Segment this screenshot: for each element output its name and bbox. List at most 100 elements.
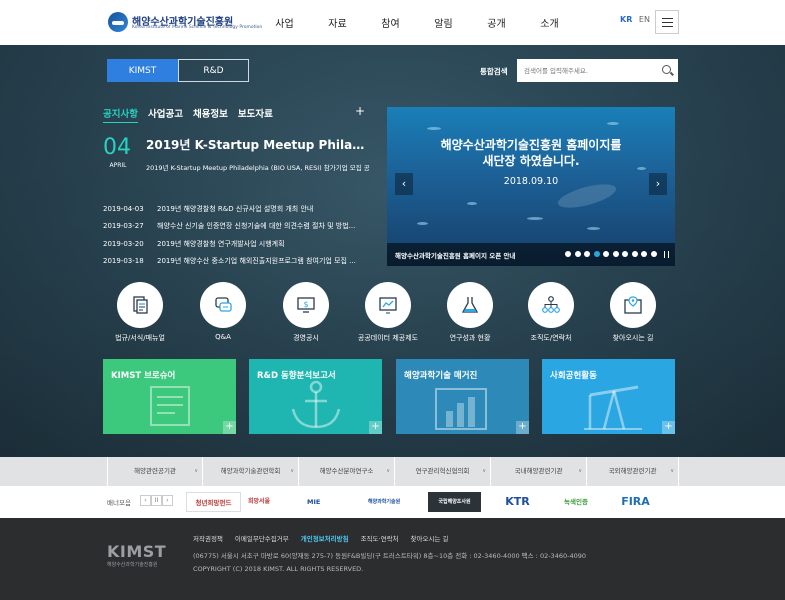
search-icon[interactable] xyxy=(662,65,671,74)
card-brochure[interactable]: KIMST 브로슈어 + xyxy=(103,359,236,434)
pagination-dot[interactable] xyxy=(593,251,600,257)
partner-logo[interactable]: FIRA xyxy=(608,492,663,512)
nav-disclosure[interactable]: 공개 xyxy=(470,15,523,30)
lang-en[interactable]: EN xyxy=(639,15,650,24)
notice-title[interactable]: 해양수산 신기술 인증연장 신청기술에 대한 의견수렴 절차 및 방법... xyxy=(157,221,365,231)
card-more-button[interactable]: + xyxy=(662,421,675,434)
notice-title[interactable]: 2019년 해양수산 중소기업 해외진출지원프로그램 참여기업 모집 ... xyxy=(157,256,365,266)
notice-date: 2019-03-20 xyxy=(103,239,144,248)
featured-day: 04 xyxy=(103,135,131,160)
flask-icon xyxy=(461,297,479,313)
banner-pagination xyxy=(565,251,660,257)
pagination-dot[interactable] xyxy=(574,251,581,257)
pagination-dot[interactable] xyxy=(565,251,571,257)
quick-link-directions[interactable]: 찾아오시는 길 xyxy=(593,282,673,343)
partner-prev-button[interactable]: ‹ xyxy=(140,495,151,506)
search-input[interactable] xyxy=(518,60,658,81)
nav-business[interactable]: 사업 xyxy=(258,15,311,30)
partner-logo[interactable]: 희망서울 xyxy=(248,492,300,512)
related-dropdown[interactable]: 해양과학기술관련학회 xyxy=(202,457,298,486)
pagination-dot[interactable] xyxy=(584,251,590,257)
lang-kr[interactable]: KR xyxy=(620,15,632,24)
pagination-dot[interactable] xyxy=(612,251,619,257)
banner-caption[interactable]: 해양수산과학기술진흥원 홈페이지 오픈 안내 xyxy=(395,250,515,260)
card-magazine[interactable]: 해양과학기술 매거진 + xyxy=(396,359,529,434)
quick-link-label: 조직도/연락처 xyxy=(530,334,572,342)
tab-notice[interactable]: 공지사항 xyxy=(103,106,138,123)
notice-title[interactable]: 2019년 해양경찰청 연구개발사업 시행계획 xyxy=(157,239,365,249)
partner-logo[interactable]: 녹색인증 xyxy=(552,492,600,512)
quick-link-qa[interactable]: Q&A xyxy=(183,282,263,341)
org-chart-icon xyxy=(542,296,560,313)
list-item[interactable]: 2019-04-03 2019년 해양경찰청 R&D 신규사업 설명회 개최 안내 xyxy=(103,200,365,218)
quick-link-public-data[interactable]: 공공데이터 제공제도 xyxy=(348,282,428,343)
main-banner[interactable]: 해양수산과학기술진흥원 홈페이지를 새단장 하였습니다. 2018.09.10 … xyxy=(387,107,675,266)
footer-link-email[interactable]: 이메일무단수집거부 xyxy=(235,533,289,543)
partner-logo[interactable]: 국립해양조사원 xyxy=(428,492,481,512)
nav-news[interactable]: 알림 xyxy=(417,15,470,30)
banner-prev-button[interactable]: ‹ xyxy=(395,173,413,195)
pagination-dot[interactable] xyxy=(631,251,638,257)
partner-pause-button[interactable]: II xyxy=(151,495,162,506)
pagination-dot[interactable] xyxy=(650,251,657,257)
pagination-dot[interactable] xyxy=(603,251,609,257)
nav-about[interactable]: 소개 xyxy=(523,15,576,30)
related-dropdown[interactable]: 해양관련공기관 xyxy=(107,457,202,486)
partner-logo[interactable]: 해양과학기술원 xyxy=(368,492,423,512)
pause-icon[interactable] xyxy=(664,251,669,258)
card-more-button[interactable]: + xyxy=(223,421,236,434)
footer-link-org[interactable]: 조직도·연락처 xyxy=(361,533,399,543)
partner-banner-bar: 배너모음 ‹ II › 청년희망펀드 희망서울 MIE 해양과학기술원 국립해양… xyxy=(0,486,785,518)
quick-link-disclosure[interactable]: $ 경영공시 xyxy=(266,282,346,343)
map-icon xyxy=(624,296,642,314)
partner-controls: ‹ II › xyxy=(140,495,173,506)
logo-subtitle: Korea Institute of Marine Science & Tech… xyxy=(132,25,263,30)
card-more-button[interactable]: + xyxy=(369,421,382,434)
footer-link-privacy[interactable]: 개인정보처리방침 xyxy=(301,533,349,543)
partner-logo[interactable]: KTR xyxy=(490,492,545,512)
card-social[interactable]: 사회공헌활동 + xyxy=(542,359,675,434)
featured-description[interactable]: 2019년 K-Startup Meetup Philadelphia (BIO… xyxy=(146,162,370,172)
banner-next-button[interactable]: › xyxy=(649,173,667,195)
list-item[interactable]: 2019-03-27 해양수산 신기술 인증연장 신청기술에 대한 의견수렴 절차… xyxy=(103,218,365,236)
related-dropdown[interactable]: 해양수산분야연구소 xyxy=(298,457,394,486)
logo-mark-icon xyxy=(108,12,128,32)
tab-kimst[interactable]: KIMST xyxy=(107,59,178,82)
tab-press[interactable]: 보도자료 xyxy=(238,106,273,123)
notice-more-button[interactable]: + xyxy=(355,104,365,118)
partner-next-button[interactable]: › xyxy=(162,495,173,506)
site-logo[interactable]: 해양수산과학기술진흥원 Korea Institute of Marine Sc… xyxy=(108,12,262,34)
footer-link-copyright[interactable]: 저작권정책 xyxy=(193,533,223,543)
quick-link-research[interactable]: 연구성과 현황 xyxy=(430,282,510,343)
nav-data[interactable]: 자료 xyxy=(311,15,364,30)
tab-rnd[interactable]: R&D xyxy=(178,59,249,82)
list-item[interactable]: 2019-03-18 2019년 해양수산 중소기업 해외진출지원프로그램 참여기… xyxy=(103,253,365,271)
card-more-button[interactable]: + xyxy=(516,421,529,434)
quick-link-manual[interactable]: 법규/서식/매뉴얼 xyxy=(100,282,180,343)
banner-title: 해양수산과학기술진흥원 홈페이지를 새단장 하였습니다. xyxy=(407,137,655,169)
pagination-dot[interactable] xyxy=(641,251,647,257)
notice-title[interactable]: 2019년 해양경찰청 R&D 신규사업 설명회 개최 안내 xyxy=(157,204,365,214)
chart-icon xyxy=(379,297,397,314)
partner-logo[interactable]: 청년희망펀드 xyxy=(186,492,241,512)
tab-recruit[interactable]: 채용정보 xyxy=(193,106,228,123)
list-item[interactable]: 2019-03-20 2019년 해양경찰청 연구개발사업 시행계획 xyxy=(103,235,365,253)
card-rnd-report[interactable]: R&D 동향분석보고서 + xyxy=(249,359,382,434)
quick-link-org[interactable]: 조직도/연락처 xyxy=(511,282,591,343)
svg-text:$: $ xyxy=(303,300,308,309)
tab-business-notice[interactable]: 사업공고 xyxy=(148,106,183,123)
partner-logo[interactable]: MIE xyxy=(307,492,363,512)
language-switcher: KR EN xyxy=(620,15,650,24)
brochure-icon xyxy=(150,386,190,426)
site-footer: KIMST 해양수산과학기술진흥원 저작권정책 이메일무단수집거부 개인정보처리… xyxy=(0,518,785,600)
footer-link-directions[interactable]: 찾아오시는 길 xyxy=(411,533,449,543)
card-title: 사회공헌활동 xyxy=(550,371,597,381)
related-dropdown[interactable]: 국외해양관련기관 xyxy=(586,457,679,486)
nav-participation[interactable]: 참여 xyxy=(364,15,417,30)
hamburger-icon[interactable] xyxy=(655,10,679,34)
footer-address: (06775) 서울시 서초구 마방로 60(양재동 275-7) 동원F&B빌… xyxy=(193,552,586,560)
featured-title[interactable]: 2019년 K-Startup Meetup Philadelp... xyxy=(146,136,370,153)
related-dropdown[interactable]: 국내해양관련기관 xyxy=(490,457,586,486)
related-dropdown[interactable]: 연구관리혁신협의회 xyxy=(394,457,490,486)
pagination-dot[interactable] xyxy=(622,251,628,257)
